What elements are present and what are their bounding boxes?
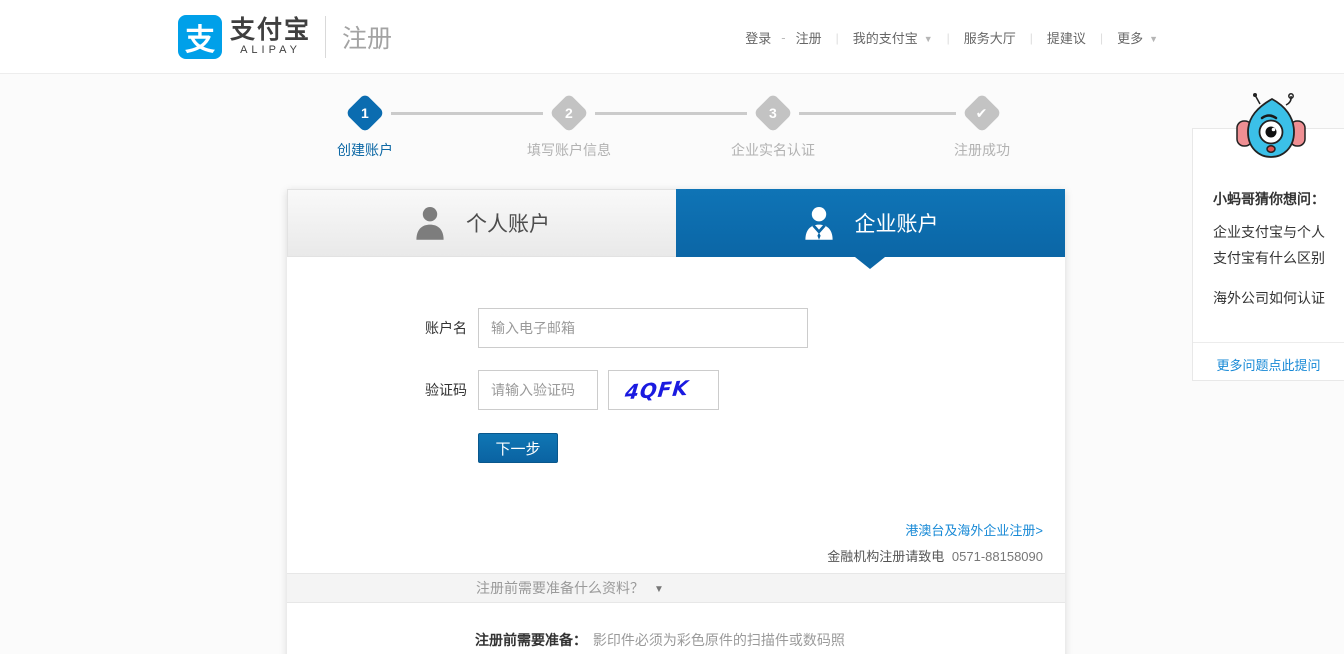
alipay-logo[interactable]: 支 支付宝 ALIPAY 注册 <box>178 15 392 59</box>
nav-dash-separator: - <box>781 30 786 45</box>
account-type-tabs: 个人账户 企业账户 <box>287 189 1065 257</box>
step-connector <box>391 112 543 115</box>
tab-enterprise-account[interactable]: 企业账户 <box>676 189 1065 257</box>
person-icon <box>416 207 444 240</box>
finance-note-text: 金融机构注册请致电 <box>827 549 945 564</box>
accordion-question: 注册前需要准备什么资料？ ▼ <box>476 574 664 604</box>
chevron-down-icon: ▼ <box>923 34 933 44</box>
captcha-label: 验证码 <box>425 382 467 398</box>
chevron-down-icon: ▼ <box>654 584 664 595</box>
nav-separator: | <box>1029 30 1033 45</box>
alipay-register-page: 支 支付宝 ALIPAY 注册 登录 - 注册 | 我的支付宝 ▼ | 服务大厅 … <box>0 0 1344 654</box>
step-3-label: 企业实名认证 <box>731 142 815 158</box>
step-connector <box>799 112 956 115</box>
step-3-badge: 3 <box>753 93 793 133</box>
nav-separator: | <box>946 30 950 45</box>
nav-separator: | <box>835 30 839 45</box>
captcha-image[interactable]: 4QFK <box>608 370 719 410</box>
page-title: 注册 <box>342 25 393 53</box>
alipay-logo-icon: 支 <box>178 15 222 59</box>
tab-personal-label: 个人账户 <box>466 213 550 236</box>
brand-text: 支付宝 ALIPAY <box>230 17 311 57</box>
account-name-label: 账户名 <box>425 320 467 336</box>
step-2-label: 填写账户信息 <box>527 142 611 158</box>
step-connector <box>595 112 747 115</box>
helper-question-2[interactable]: 海外公司如何认证 <box>1213 285 1327 311</box>
helper-question-1[interactable]: 企业支付宝与个人支付宝有什么区别 <box>1213 219 1327 271</box>
helper-title: 小蚂哥猜你想问： <box>1213 191 1325 207</box>
helper-panel: 小蚂哥猜你想问： 企业支付宝与个人支付宝有什么区别 海外公司如何认证 更多问题点… <box>1192 128 1344 381</box>
active-tab-pointer <box>855 257 885 269</box>
step-2-badge: 2 <box>549 93 589 133</box>
logo-divider <box>325 16 327 58</box>
step-1-badge: 1 <box>345 93 385 133</box>
finance-phone-number: 0571-88158090 <box>951 549 1043 564</box>
nav-login-link[interactable]: 登录 <box>745 28 771 47</box>
xiaomage-mascot-icon <box>1236 93 1306 158</box>
tab-personal-account[interactable]: 个人账户 <box>287 189 676 257</box>
prep-instructions: 注册前需要准备： 影印件必须为彩色原件的扫描件或数码照 <box>475 630 845 650</box>
captcha-code: 4QFK <box>623 375 691 405</box>
brand-name-en: ALIPAY <box>240 44 301 56</box>
nav-my-alipay-menu[interactable]: 我的支付宝 ▼ <box>853 28 933 47</box>
overseas-register-link[interactable]: 港澳台及海外企业注册> <box>905 520 1043 539</box>
step-1-label: 创建账户 <box>337 142 393 158</box>
nav-more-menu[interactable]: 更多 ▼ <box>1117 28 1158 47</box>
tab-enterprise-label: 企业账户 <box>854 213 939 236</box>
finance-register-note: 金融机构注册请致电 0571-88158090 <box>827 546 1043 565</box>
nav-feedback-link[interactable]: 提建议 <box>1047 28 1086 47</box>
nav-service-hall-link[interactable]: 服务大厅 <box>964 28 1016 47</box>
register-card: 个人账户 企业账户 账户名 验证码 4QFK 下一步 港澳台及海外企业注册> 金… <box>287 189 1065 654</box>
step-4-check-icon: ✔ <box>962 93 1002 133</box>
chevron-down-icon: ▼ <box>1149 34 1158 44</box>
helper-divider <box>1193 342 1344 343</box>
prep-materials-accordion[interactable]: 注册前需要准备什么资料？ ▼ <box>287 573 1065 603</box>
business-person-icon <box>804 207 833 240</box>
captcha-input[interactable] <box>478 370 598 410</box>
nav-register-link[interactable]: 注册 <box>796 28 822 47</box>
brand-name-cn: 支付宝 <box>230 16 312 44</box>
more-questions-link[interactable]: 更多问题点此提问 <box>1193 355 1344 374</box>
account-email-input[interactable] <box>478 308 808 348</box>
prep-instructions-text: 影印件必须为彩色原件的扫描件或数码照 <box>592 632 845 648</box>
header: 支 支付宝 ALIPAY 注册 登录 - 注册 | 我的支付宝 ▼ | 服务大厅 … <box>0 0 1344 74</box>
progress-steps: 1 2 3 ✔ 创建账户 填写账户信息 企业实名认证 注册成功 <box>287 93 1065 168</box>
step-4-label: 注册成功 <box>954 142 1010 158</box>
prep-instructions-title: 注册前需要准备： <box>475 632 587 648</box>
top-nav: 登录 - 注册 | 我的支付宝 ▼ | 服务大厅 | 提建议 | 更多 ▼ <box>745 28 1158 47</box>
next-step-button[interactable]: 下一步 <box>478 433 558 463</box>
nav-separator: | <box>1099 30 1104 45</box>
